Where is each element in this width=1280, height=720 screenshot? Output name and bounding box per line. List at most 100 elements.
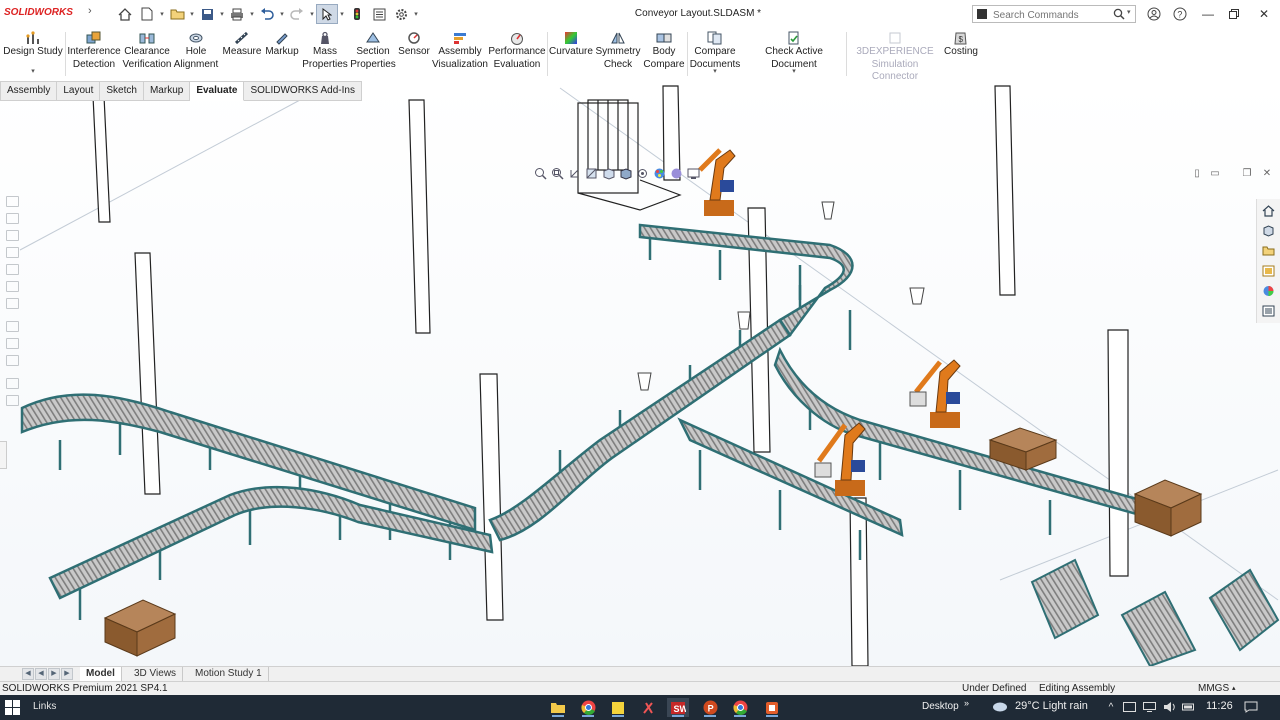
close-icon[interactable]: ✕ xyxy=(1252,4,1276,24)
chrome-profile-taskbar-icon[interactable] xyxy=(729,698,751,717)
feature-icon[interactable] xyxy=(6,230,19,241)
search-input[interactable] xyxy=(991,7,1115,23)
mass-properties-button[interactable]: Mass Properties xyxy=(302,28,348,80)
zoom-to-fit-icon[interactable] xyxy=(532,165,548,181)
tab-assembly[interactable]: Assembly xyxy=(0,81,58,101)
view-settings-icon[interactable] xyxy=(685,165,701,181)
weather-widget[interactable]: 29°C Light rain xyxy=(1015,700,1088,712)
symmetry-check-button[interactable]: Symmetry Check xyxy=(594,28,642,80)
help-icon[interactable]: ? xyxy=(1172,6,1188,22)
feature-icon[interactable] xyxy=(6,213,19,224)
zoom-to-area-icon[interactable] xyxy=(549,165,565,181)
network-icon[interactable] xyxy=(1142,700,1156,714)
display-style-icon[interactable] xyxy=(617,165,633,181)
snip-tool-taskbar-icon[interactable] xyxy=(637,698,659,717)
solidworks-resources-icon[interactable] xyxy=(1261,204,1276,218)
graphics-area[interactable]: ▯ ▭ ❐ ✕ xyxy=(0,81,1280,666)
tab-model[interactable]: Model xyxy=(80,667,122,681)
sticky-notes-taskbar-icon[interactable] xyxy=(607,698,629,717)
file-explorer-taskbar-icon[interactable] xyxy=(547,698,569,717)
compare-documents-button[interactable]: Compare Documents ▾ xyxy=(688,28,742,80)
desktop-toolbar[interactable]: Desktop xyxy=(922,701,959,712)
performance-evaluation-button[interactable]: Performance Evaluation xyxy=(488,28,546,80)
recorder-taskbar-icon[interactable] xyxy=(761,698,783,717)
tab-evaluate[interactable]: Evaluate xyxy=(190,81,245,101)
hole-alignment-button[interactable]: Hole Alignment xyxy=(172,28,220,80)
toolbar-expand-icon[interactable]: » xyxy=(964,698,969,708)
markup-button[interactable]: Markup xyxy=(262,28,302,80)
costing-button[interactable]: $ Costing xyxy=(942,28,980,80)
tab-layout[interactable]: Layout xyxy=(57,81,101,101)
file-explorer-icon[interactable] xyxy=(1261,244,1276,258)
touch-keyboard-icon[interactable] xyxy=(1122,700,1136,714)
assembly-visualization-button[interactable]: Assembly Visualization xyxy=(432,28,488,80)
curvature-button[interactable]: Curvature xyxy=(548,28,594,80)
feature-icon[interactable] xyxy=(6,338,19,349)
clearance-verification-button[interactable]: Clearance Verification xyxy=(122,28,172,80)
check-document-dropdown-icon[interactable]: ▾ xyxy=(744,66,844,79)
battery-icon[interactable] xyxy=(1182,700,1196,714)
viewport-minimize-icon[interactable]: ▭ xyxy=(1208,167,1222,179)
sensor-button[interactable]: Sensor xyxy=(398,28,430,80)
simulation-connector-button[interactable]: 3DEXPERIENCE Simulation Connector xyxy=(848,28,942,82)
notifications-icon[interactable] xyxy=(1244,700,1258,714)
viewport-close-icon[interactable]: ✕ xyxy=(1260,167,1274,179)
feature-icon[interactable] xyxy=(6,298,19,309)
section-properties-button[interactable]: Section Properties xyxy=(348,28,398,80)
user-account-icon[interactable] xyxy=(1146,6,1162,22)
appearances-icon[interactable] xyxy=(1261,284,1276,298)
feature-icon[interactable] xyxy=(6,247,19,258)
viewport-restore-icon[interactable]: ❐ xyxy=(1240,167,1254,179)
search-dropdown-icon[interactable]: ▾ xyxy=(1127,8,1131,16)
feature-icon[interactable] xyxy=(6,281,19,292)
links-toolbar[interactable]: Links xyxy=(33,701,56,712)
clock[interactable]: 11:26 xyxy=(1206,700,1233,712)
heads-up-view-toolbar xyxy=(532,164,701,182)
feature-icon[interactable] xyxy=(6,264,19,275)
chrome-taskbar-icon[interactable] xyxy=(577,698,599,717)
solidworks-taskbar-icon[interactable]: SW xyxy=(667,698,689,717)
edit-appearance-icon[interactable] xyxy=(651,165,667,181)
feature-icon[interactable] xyxy=(6,196,19,207)
feature-icon[interactable] xyxy=(6,395,19,406)
previous-tab-arrow-icon[interactable]: ◀ xyxy=(35,668,47,680)
first-tab-arrow-icon[interactable]: ◀ xyxy=(22,668,34,680)
show-hidden-icons-arrow[interactable]: ^ xyxy=(1104,700,1118,714)
last-tab-arrow-icon[interactable]: ▶ xyxy=(61,668,73,680)
unit-dropdown-icon[interactable]: ▴ xyxy=(1232,682,1236,696)
compare-documents-dropdown-icon[interactable]: ▾ xyxy=(688,66,742,79)
unit-system[interactable]: MMGS xyxy=(1198,682,1229,696)
check-active-document-button[interactable]: Check Active Document ▾ xyxy=(744,28,844,80)
tab-markup[interactable]: Markup xyxy=(143,81,191,101)
view-orientation-icon[interactable] xyxy=(600,165,616,181)
tab-solidworks-add-ins[interactable]: SOLIDWORKS Add-Ins xyxy=(244,81,362,101)
tab-sketch[interactable]: Sketch xyxy=(100,81,144,101)
previous-view-icon[interactable] xyxy=(566,165,582,181)
feature-icon[interactable] xyxy=(6,321,19,332)
tab-motion-study-1[interactable]: Motion Study 1 xyxy=(189,667,269,681)
viewport-split-icon[interactable]: ▯ xyxy=(1190,167,1204,179)
apply-scene-icon[interactable] xyxy=(668,165,684,181)
hide-show-items-icon[interactable] xyxy=(634,165,650,181)
tab-3d-views[interactable]: 3D Views xyxy=(128,667,184,681)
panel-expand-handle[interactable] xyxy=(0,441,7,469)
design-study-dropdown-icon[interactable]: ▾ xyxy=(2,66,64,79)
custom-properties-icon[interactable] xyxy=(1261,304,1276,318)
minimize-icon[interactable]: — xyxy=(1196,4,1220,24)
volume-icon[interactable] xyxy=(1162,700,1176,714)
powerpoint-taskbar-icon[interactable]: P xyxy=(699,698,721,717)
next-tab-arrow-icon[interactable]: ▶ xyxy=(48,668,60,680)
windows-start-icon[interactable] xyxy=(5,700,21,716)
section-view-icon[interactable] xyxy=(583,165,599,181)
view-palette-icon[interactable] xyxy=(1261,264,1276,278)
restore-icon[interactable] xyxy=(1222,4,1246,24)
feature-icon[interactable] xyxy=(6,355,19,366)
interference-detection-button[interactable]: Interference Detection xyxy=(66,28,122,80)
search-commands[interactable]: ▾ xyxy=(972,5,1136,23)
body-compare-button[interactable]: Body Compare xyxy=(642,28,686,80)
design-library-icon[interactable] xyxy=(1261,224,1276,238)
measure-button[interactable]: Measure xyxy=(222,28,262,80)
search-icon[interactable] xyxy=(1113,8,1125,20)
design-study-button[interactable]: Design Study ▾ xyxy=(2,28,64,80)
feature-icon[interactable] xyxy=(6,378,19,389)
